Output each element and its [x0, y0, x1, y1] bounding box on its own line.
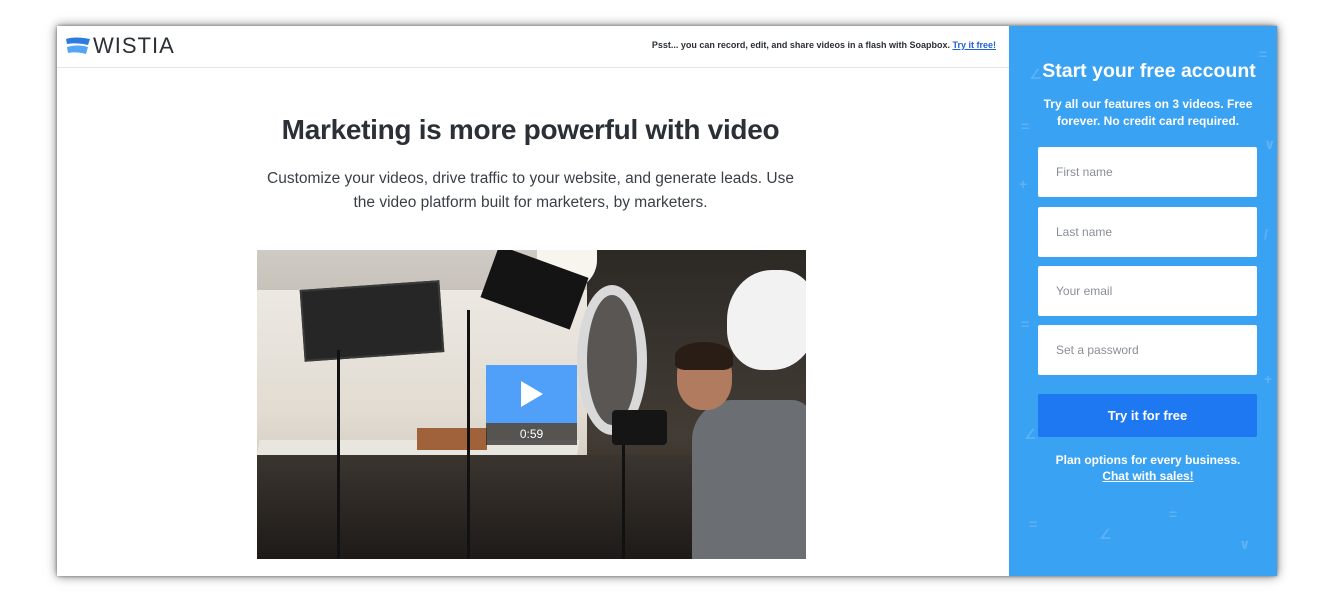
try-it-for-free-button[interactable]: Try it for free	[1038, 394, 1257, 437]
page-subhead: Customize your videos, drive traffic to …	[267, 170, 794, 211]
chat-with-sales-link[interactable]: Chat with sales!	[1009, 469, 1277, 483]
play-button[interactable]	[486, 365, 577, 423]
last-name-field[interactable]	[1038, 207, 1257, 257]
email-field[interactable]	[1038, 266, 1257, 316]
password-field[interactable]	[1038, 325, 1257, 375]
browser-viewport: WISTIA Psst... you can record, edit, and…	[57, 26, 1277, 576]
video-player[interactable]: 0:59	[257, 250, 806, 559]
soapbox-promo: Psst... you can record, edit, and share …	[652, 40, 996, 50]
page-headline: Marketing is more powerful with video	[281, 114, 780, 145]
wistia-wave-icon	[66, 37, 90, 54]
video-duration: 0:59	[486, 423, 577, 445]
try-it-free-link[interactable]: Try it free!	[952, 40, 996, 50]
main-content: WISTIA Psst... you can record, edit, and…	[57, 26, 1009, 576]
plan-options-text: Plan options for every business.	[1055, 453, 1241, 467]
wistia-logo[interactable]: WISTIA	[66, 35, 175, 57]
first-name-field[interactable]	[1038, 147, 1257, 197]
brand-name: WISTIA	[93, 33, 175, 58]
promo-text: Psst... you can record, edit, and share …	[651, 40, 950, 50]
signup-subtitle: Try all our features on 3 videos. Free f…	[1043, 97, 1253, 128]
signup-panel: ∠ = = ∨ + / = + ∠ ∠ = = ∨ Start your fre…	[1009, 26, 1277, 576]
top-bar: WISTIA Psst... you can record, edit, and…	[57, 26, 1009, 68]
play-icon	[520, 381, 543, 407]
signup-title: Start your free account	[1042, 60, 1256, 82]
